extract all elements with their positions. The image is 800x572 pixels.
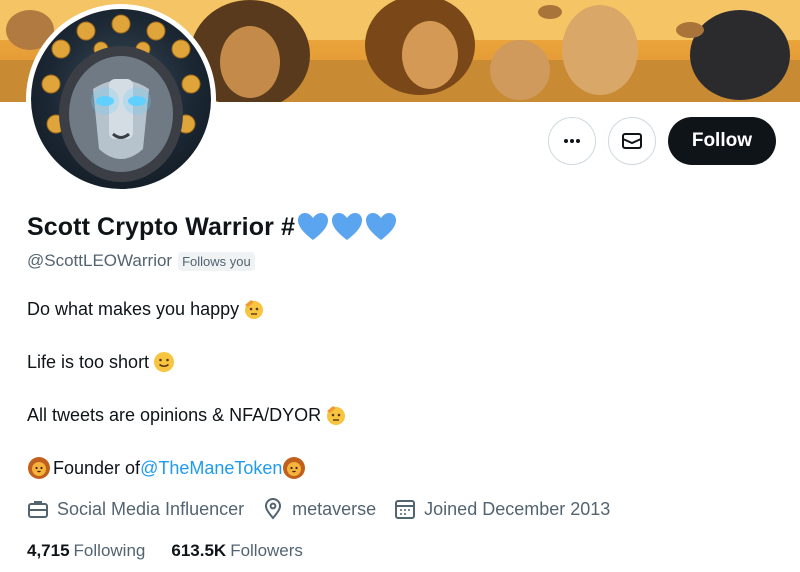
- saluting-face-icon: [324, 403, 348, 427]
- profile-meta: Social Media Influencer metaverse Joined…: [27, 498, 628, 520]
- followers-link[interactable]: 613.5K Followers: [171, 541, 303, 561]
- following-link[interactable]: 4,715 Following: [27, 541, 145, 561]
- profile-actions: Follow: [547, 117, 776, 165]
- bio-line-3: All tweets are opinions & NFA/DYOR: [27, 403, 348, 427]
- envelope-icon: [621, 133, 642, 149]
- follow-button[interactable]: Follow: [667, 117, 776, 165]
- bio-text: All tweets are opinions & NFA/DYOR: [27, 404, 322, 425]
- bio-line-1: Do what makes you happy: [27, 297, 266, 321]
- profile-name-row: Scott Crypto Warrior #: [27, 212, 397, 242]
- blue-heart-icon: [331, 213, 362, 240]
- saluting-face-icon: [242, 297, 266, 321]
- followers-count: 613.5K: [171, 541, 227, 560]
- profile-stats: 4,715 Following 613.5K Followers: [27, 541, 329, 561]
- calendar-icon: [395, 500, 416, 519]
- bio-text: Founder of: [53, 457, 141, 478]
- category-text: Social Media Influencer: [57, 498, 245, 519]
- following-label: Following: [73, 541, 146, 560]
- lion-face-icon: [282, 456, 306, 480]
- bio-line-4: Founder of @TheManeToken: [27, 456, 306, 480]
- display-name: Scott Crypto Warrior #: [27, 212, 295, 241]
- briefcase-icon: [28, 501, 48, 518]
- more-dots-icon: [563, 139, 580, 143]
- joined-item: Joined December 2013: [394, 498, 610, 520]
- more-button[interactable]: [547, 117, 596, 165]
- avatar-image: [31, 9, 211, 189]
- message-button[interactable]: [607, 117, 656, 165]
- category-item: Social Media Influencer: [27, 498, 244, 520]
- user-handle: @ScottLEOWarrior: [27, 251, 173, 270]
- handle-row: @ScottLEOWarrior Follows you: [27, 251, 255, 271]
- avatar[interactable]: [26, 4, 216, 194]
- bio-text: Life is too short: [27, 351, 150, 372]
- location-item: metaverse: [262, 498, 376, 520]
- lion-face-icon: [27, 456, 51, 480]
- followers-label: Followers: [230, 541, 303, 560]
- blue-heart-icon: [365, 213, 396, 240]
- smiling-face-icon: [152, 350, 176, 374]
- location-text: metaverse: [292, 498, 377, 519]
- mention-link[interactable]: @TheManeToken: [140, 458, 282, 479]
- follows-you-badge: Follows you: [178, 251, 255, 271]
- bio-line-2: Life is too short: [27, 350, 176, 374]
- joined-text: Joined December 2013: [424, 498, 611, 519]
- bio-text: Do what makes you happy: [27, 298, 240, 319]
- following-count: 4,715: [27, 541, 70, 560]
- blue-heart-icon: [297, 213, 328, 240]
- hearts: [297, 212, 397, 242]
- location-pin-icon: [265, 498, 282, 520]
